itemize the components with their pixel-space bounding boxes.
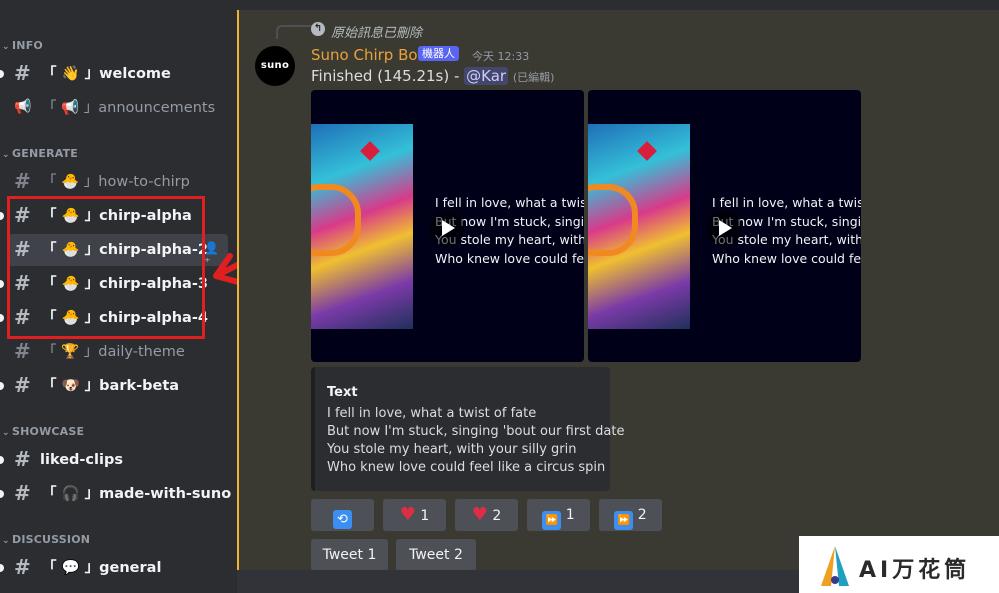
heart-icon: ♥ — [399, 504, 416, 525]
lyric-line: I fell in love, what a twist o — [435, 195, 584, 210]
text-channel-icon: # — [14, 169, 31, 193]
play-icon[interactable] — [706, 210, 742, 246]
channel-made-with-suno[interactable]: # 「 🎧 」made-with-suno — [0, 478, 232, 510]
channel-name: liked-clips — [40, 452, 123, 468]
message-timestamp[interactable]: 今天 12:33 — [472, 48, 529, 64]
highlighted-message: ↰ 原始訊息已刪除 suno Suno Chirp Bot 機器人 今天 12:… — [237, 10, 999, 571]
unread-indicator — [0, 382, 4, 390]
embed-body: I fell in love, what a twist of fate But … — [327, 405, 624, 477]
category-showcase[interactable]: ⌄ SHOWCASE — [0, 425, 84, 441]
text-channel-icon: # — [14, 555, 31, 579]
channel-name: 「 💬 」general — [42, 560, 162, 576]
unread-indicator — [0, 490, 4, 498]
fast-forward-icon: ⏩ — [542, 511, 562, 530]
channel-name: 「 🐶 」bark-beta — [42, 378, 180, 394]
threads-channel-icon: # — [14, 481, 31, 505]
chevron-down-icon: ⌄ — [2, 536, 10, 546]
message-text: Finished (145.21s) - — [311, 67, 465, 85]
watermark-logo: AI万花筒 — [799, 536, 999, 593]
watermark-text: AI万花筒 — [859, 558, 971, 583]
extend-count: 1 — [565, 507, 575, 523]
edited-label: (已編輯) — [512, 71, 555, 84]
unread-indicator — [0, 212, 4, 220]
channel-how-to-chirp[interactable]: # 「 🐣 」how-to-chirp — [0, 166, 228, 198]
author-name[interactable]: Suno Chirp Bot — [311, 46, 423, 64]
chevron-down-icon: ⌄ — [2, 42, 10, 52]
extend-button-2[interactable]: ⏩ 2 — [599, 499, 662, 531]
announcement-channel-icon: 📢 — [14, 99, 32, 115]
channel-sidebar: ⌄ INFO # 「 👋 」welcome 📢 「 📢 」announcement… — [0, 0, 237, 593]
extend-count: 2 — [637, 507, 647, 523]
like-button-1[interactable]: ♥ 1 — [383, 499, 446, 531]
heart-icon: ♥ — [471, 504, 488, 525]
unread-indicator — [0, 280, 4, 288]
channel-name: 「 🏆 」daily-theme — [42, 344, 185, 360]
fast-forward-icon: ⏩ — [614, 511, 634, 530]
text-channel-icon: # — [14, 447, 31, 471]
embed-line: But now I'm stuck, singing 'bout our fir… — [327, 424, 625, 439]
lyric-line: Who knew love could feel — [435, 250, 584, 266]
ferris-wheel-graphic — [588, 184, 638, 256]
category-discussion[interactable]: ⌄ DISCUSSION — [0, 533, 90, 549]
channel-general[interactable]: # 「 💬 」general — [0, 552, 228, 584]
ferris-wheel-graphic — [311, 184, 361, 256]
repeat-icon: ⟲ — [333, 510, 352, 529]
channel-name: 「 🐣 」how-to-chirp — [42, 174, 190, 190]
channel-name: 「 👋 」welcome — [42, 66, 171, 82]
channel-name: 「 🎧 」made-with-suno — [42, 486, 232, 502]
heart-icon — [360, 141, 380, 161]
lyric-line: I fell in love, what a twist o — [712, 195, 861, 210]
threads-channel-icon: # — [14, 373, 31, 397]
unread-indicator — [0, 456, 4, 464]
like-count: 2 — [492, 508, 502, 524]
video-artwork — [588, 124, 690, 329]
embed-line: Who knew love could feel like a circus s… — [327, 460, 606, 475]
category-info[interactable]: ⌄ INFO — [0, 39, 43, 55]
category-generate[interactable]: ⌄ GENERATE — [0, 147, 78, 163]
heart-icon — [637, 141, 657, 161]
channel-daily-theme[interactable]: # 「 🏆 」daily-theme — [0, 336, 228, 368]
channel-announcements[interactable]: 📢 「 📢 」announcements — [0, 92, 228, 124]
video-artwork — [311, 124, 413, 329]
chevron-down-icon: ⌄ — [2, 428, 10, 438]
extend-button-1[interactable]: ⏩ 1 — [527, 499, 590, 531]
play-icon[interactable] — [429, 210, 465, 246]
text-channel-icon: # — [14, 339, 31, 363]
channel-welcome[interactable]: # 「 👋 」welcome — [0, 58, 228, 90]
lyric-line: Who knew love could feel — [712, 250, 861, 266]
unread-indicator — [0, 564, 4, 572]
tweet-2-button[interactable]: Tweet 2 — [396, 539, 476, 571]
bot-badge: 機器人 — [418, 46, 459, 61]
chevron-down-icon: ⌄ — [2, 150, 10, 160]
avatar[interactable]: suno — [255, 46, 295, 86]
message-pane: ↰ 原始訊息已刪除 suno Suno Chirp Bot 機器人 今天 12:… — [237, 0, 999, 593]
like-count: 1 — [420, 508, 430, 524]
video-attachment[interactable]: I fell in love, what a twist o But now I… — [588, 90, 861, 362]
reply-connector — [276, 25, 312, 39]
reply-icon: ↰ — [311, 22, 325, 36]
tweet-1-button[interactable]: Tweet 1 — [311, 539, 388, 571]
channel-name: 「 📢 」announcements — [42, 100, 216, 116]
like-button-2[interactable]: ♥ 2 — [455, 499, 518, 531]
refresh-button[interactable]: ⟲ — [311, 499, 374, 531]
embed-line: You stole my heart, with your silly grin — [327, 442, 577, 457]
message-content: Finished (145.21s) - @Kar (已編輯) — [311, 67, 554, 85]
kaleidoscope-logo-icon — [821, 546, 849, 586]
lyrics-embed: Text I fell in love, what a twist of fat… — [311, 367, 624, 491]
text-channel-icon: # — [14, 61, 31, 85]
annotation-highlight-box — [7, 196, 205, 339]
channel-bark-beta[interactable]: # 「 🐶 」bark-beta — [0, 370, 228, 402]
embed-line: I fell in love, what a twist of fate — [327, 406, 537, 421]
previous-message-area — [237, 0, 999, 10]
video-attachment[interactable]: I fell in love, what a twist o But now I… — [311, 90, 584, 362]
channel-liked-clips[interactable]: # liked-clips — [0, 444, 228, 476]
user-mention[interactable]: @Kar — [464, 67, 509, 85]
reply-deleted-text[interactable]: 原始訊息已刪除 — [331, 22, 422, 41]
unread-indicator — [0, 314, 4, 322]
unread-indicator — [0, 70, 4, 78]
embed-title: Text — [327, 385, 358, 400]
